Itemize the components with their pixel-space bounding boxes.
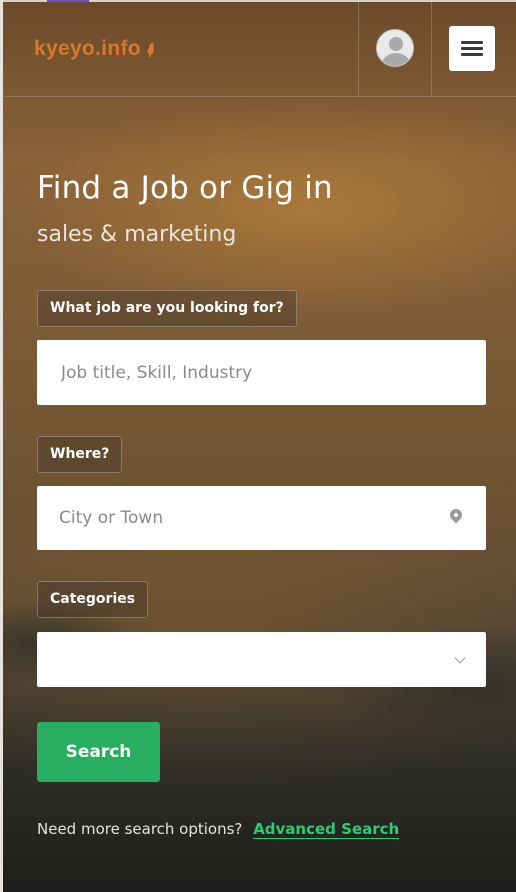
categories-select[interactable]: [37, 632, 486, 687]
search-button[interactable]: Search: [37, 722, 160, 782]
nav-menu-cell: [431, 2, 516, 96]
avatar-body: [382, 53, 410, 66]
location-input[interactable]: [37, 486, 486, 550]
advanced-search-link[interactable]: Advanced Search: [253, 820, 400, 839]
page-subtitle: sales & marketing: [37, 222, 237, 247]
hamburger-menu-button[interactable]: [449, 26, 495, 71]
location-label: Where?: [37, 436, 123, 473]
page-title: Find a Job or Gig in: [37, 170, 333, 206]
menu-line: [461, 41, 483, 44]
chevron-down-icon: [454, 652, 466, 664]
user-avatar-icon[interactable]: [376, 29, 414, 67]
broom-icon: ⸙: [140, 36, 163, 63]
logo-text: kyeyo.info: [34, 36, 141, 60]
job-query-label: What job are you looking for?: [37, 290, 297, 327]
job-query-input[interactable]: [37, 340, 486, 405]
menu-line: [461, 53, 483, 56]
top-accent-bar: [47, 0, 89, 2]
avatar-head: [389, 37, 403, 51]
site-header: kyeyo.info ⸙: [3, 2, 516, 97]
nav-account-cell: [358, 2, 431, 96]
top-border: [0, 0, 516, 2]
menu-line: [461, 47, 483, 50]
site-logo[interactable]: kyeyo.info ⸙: [34, 35, 162, 63]
advanced-search-prompt: Need more search options? Advanced Searc…: [37, 820, 400, 839]
advanced-search-text: Need more search options?: [37, 820, 243, 838]
categories-label: Categories: [37, 581, 149, 618]
left-border: [0, 0, 3, 892]
